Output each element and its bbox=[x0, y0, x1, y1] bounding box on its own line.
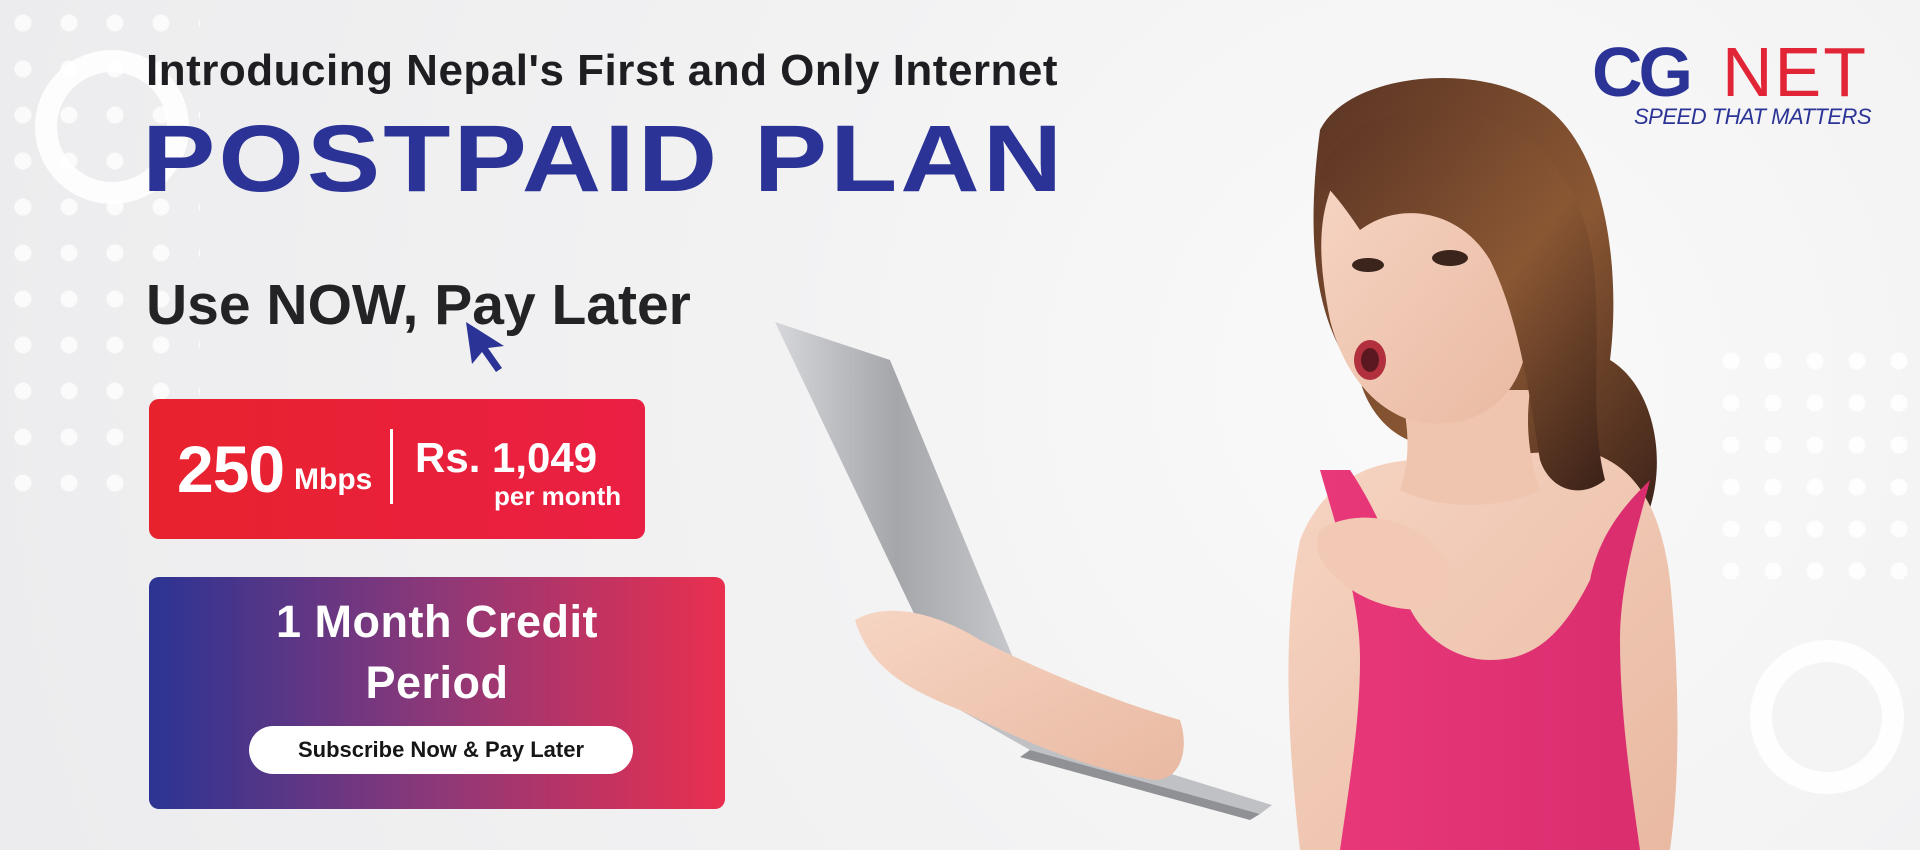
subscribe-button[interactable]: Subscribe Now & Pay Later bbox=[249, 726, 633, 774]
speed-value: 250 bbox=[177, 432, 285, 506]
woman-holding-laptop-image bbox=[775, 77, 1678, 850]
credit-title-line-1: 1 Month Credit bbox=[276, 596, 598, 647]
price-divider bbox=[390, 429, 393, 504]
pointer-cursor-icon bbox=[466, 322, 504, 372]
promo-banner: Introducing Nepal's First and Only Inter… bbox=[0, 0, 1920, 850]
speed-unit: Mbps bbox=[294, 463, 373, 496]
decorative-ring bbox=[1750, 640, 1904, 794]
price-period: per month bbox=[494, 481, 622, 511]
tagline: Use NOW, Pay Later bbox=[146, 273, 691, 337]
decorative-dots bbox=[1710, 340, 1920, 590]
credit-title-line-2: Period bbox=[365, 657, 509, 708]
price-card: 250 Mbps Rs. 1,049 per month bbox=[149, 399, 645, 539]
price-value: Rs. 1,049 bbox=[415, 434, 598, 481]
credit-title: 1 Month Credit Period bbox=[149, 591, 725, 713]
logo-brand-right: NET bbox=[1722, 33, 1868, 111]
credit-period-card: 1 Month Credit Period Subscribe Now & Pa… bbox=[149, 577, 725, 809]
